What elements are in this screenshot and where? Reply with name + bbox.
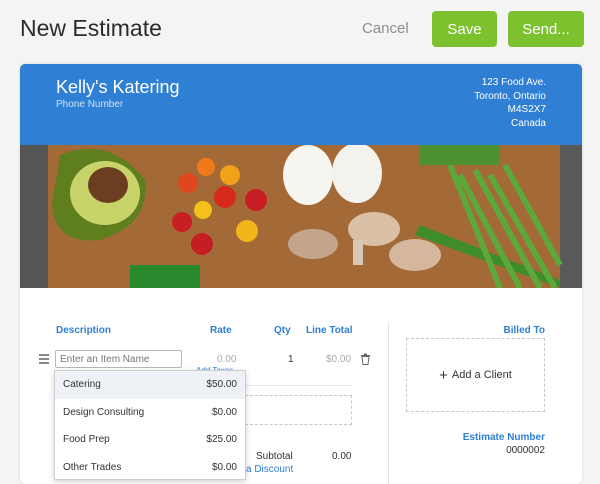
dropdown-item[interactable]: Food Prep $25.00	[55, 426, 245, 454]
address-line: 123 Food Ave.	[481, 77, 546, 88]
line-total-value: $0.00	[326, 354, 352, 365]
dropdown-item-price: $0.00	[211, 461, 237, 473]
food-banner-image	[20, 145, 582, 288]
dropdown-item-name: Other Trades	[63, 461, 122, 473]
business-address[interactable]: 123 Food Ave. Toronto, Ontario M4S2X7 Ca…	[474, 76, 546, 130]
dropdown-item-price: $0.00	[211, 406, 237, 418]
phone-number-field[interactable]: Phone Number	[56, 99, 123, 110]
dropdown-item-name: Design Consulting	[63, 406, 145, 418]
rate-value[interactable]: 0.00	[217, 354, 236, 365]
subtotal-value: 0.00	[332, 451, 352, 462]
billed-to-label: Billed To	[503, 325, 545, 336]
dropdown-item-price: $50.00	[206, 379, 237, 391]
estimate-number-label: Estimate Number	[462, 432, 545, 443]
send-button[interactable]: Send...	[508, 11, 584, 47]
top-bar: New Estimate Cancel Save Send...	[0, 0, 600, 60]
qty-value[interactable]: 1	[288, 354, 294, 365]
business-header: Kelly's Katering Phone Number 123 Food A…	[20, 64, 582, 145]
qty-header: Qty	[274, 325, 291, 336]
item-suggestions-dropdown: Catering $50.00 Design Consulting $0.00 …	[54, 370, 246, 480]
add-discount-link[interactable]: a Discount	[246, 464, 293, 475]
dropdown-item[interactable]: Catering $50.00	[55, 371, 245, 399]
estimate-number[interactable]: 0000002	[506, 445, 545, 456]
subtotal-label: Subtotal	[256, 451, 293, 462]
address-line: M4S2X7	[507, 104, 546, 115]
dropdown-item[interactable]: Other Trades $0.00	[55, 454, 245, 482]
line-total-header: Line Total	[306, 325, 353, 336]
business-name[interactable]: Kelly's Katering	[56, 77, 180, 98]
save-button[interactable]: Save	[432, 11, 497, 47]
plus-icon: +	[439, 366, 448, 384]
page-title: New Estimate	[20, 15, 162, 41]
trash-icon[interactable]	[360, 352, 371, 365]
dropdown-item[interactable]: Design Consulting $0.00	[55, 399, 245, 427]
dropdown-item-name: Food Prep	[63, 434, 110, 446]
dropdown-item-name: Catering	[63, 379, 101, 391]
cancel-button[interactable]: Cancel	[362, 20, 409, 37]
banner-illustration	[20, 145, 582, 288]
address-line: Toronto, Ontario	[474, 90, 546, 102]
column-divider	[388, 322, 389, 484]
add-client-label: Add a Client	[451, 369, 512, 381]
rate-header: Rate	[210, 325, 232, 336]
add-client-button[interactable]: + Add a Client	[406, 338, 545, 412]
description-header: Description	[56, 325, 112, 336]
address-line: Canada	[510, 117, 546, 129]
add-line-box[interactable]	[240, 395, 352, 425]
dropdown-item-price: $25.00	[206, 434, 237, 446]
item-name-input[interactable]	[55, 350, 182, 368]
drag-handle-icon[interactable]	[39, 354, 49, 364]
